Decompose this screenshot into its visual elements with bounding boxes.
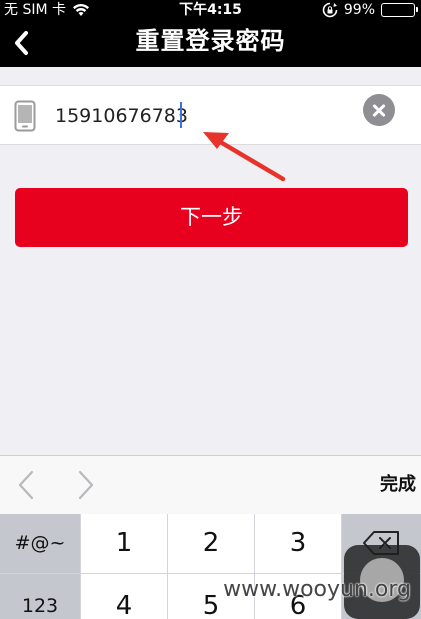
mobile-phone-icon: [14, 100, 36, 132]
top-bar: 无 SIM 卡 下午4:15 99% 重置登录密码: [0, 0, 421, 67]
clear-input-button[interactable]: [363, 94, 395, 126]
chevron-right-icon: [78, 470, 94, 500]
battery-icon: [381, 3, 418, 17]
key-1[interactable]: 1: [81, 514, 167, 573]
key-4[interactable]: 4: [81, 574, 167, 619]
key-3[interactable]: 3: [255, 514, 341, 573]
key-2[interactable]: 2: [168, 514, 254, 573]
watermark-text: www.wooyun.org: [223, 577, 411, 602]
text-cursor: [180, 102, 182, 128]
battery-percent: 99%: [343, 2, 375, 18]
keyboard-accessory-bar: 完成: [0, 455, 421, 514]
next-field-button[interactable]: [70, 469, 100, 501]
done-button[interactable]: 完成: [380, 469, 416, 501]
previous-field-button[interactable]: [12, 469, 42, 501]
page-title: 重置登录密码: [135, 27, 286, 55]
rotation-lock-icon: [322, 2, 338, 18]
next-step-button[interactable]: 下一步: [15, 188, 408, 247]
chevron-left-icon: [18, 470, 34, 500]
status-bar: 无 SIM 卡 下午4:15 99%: [0, 0, 421, 20]
key-symbols[interactable]: #@~: [0, 514, 80, 573]
key-123[interactable]: 123: [0, 574, 80, 619]
annotation-arrow-icon: [203, 132, 286, 182]
navigation-bar: 重置登录密码: [0, 20, 421, 67]
